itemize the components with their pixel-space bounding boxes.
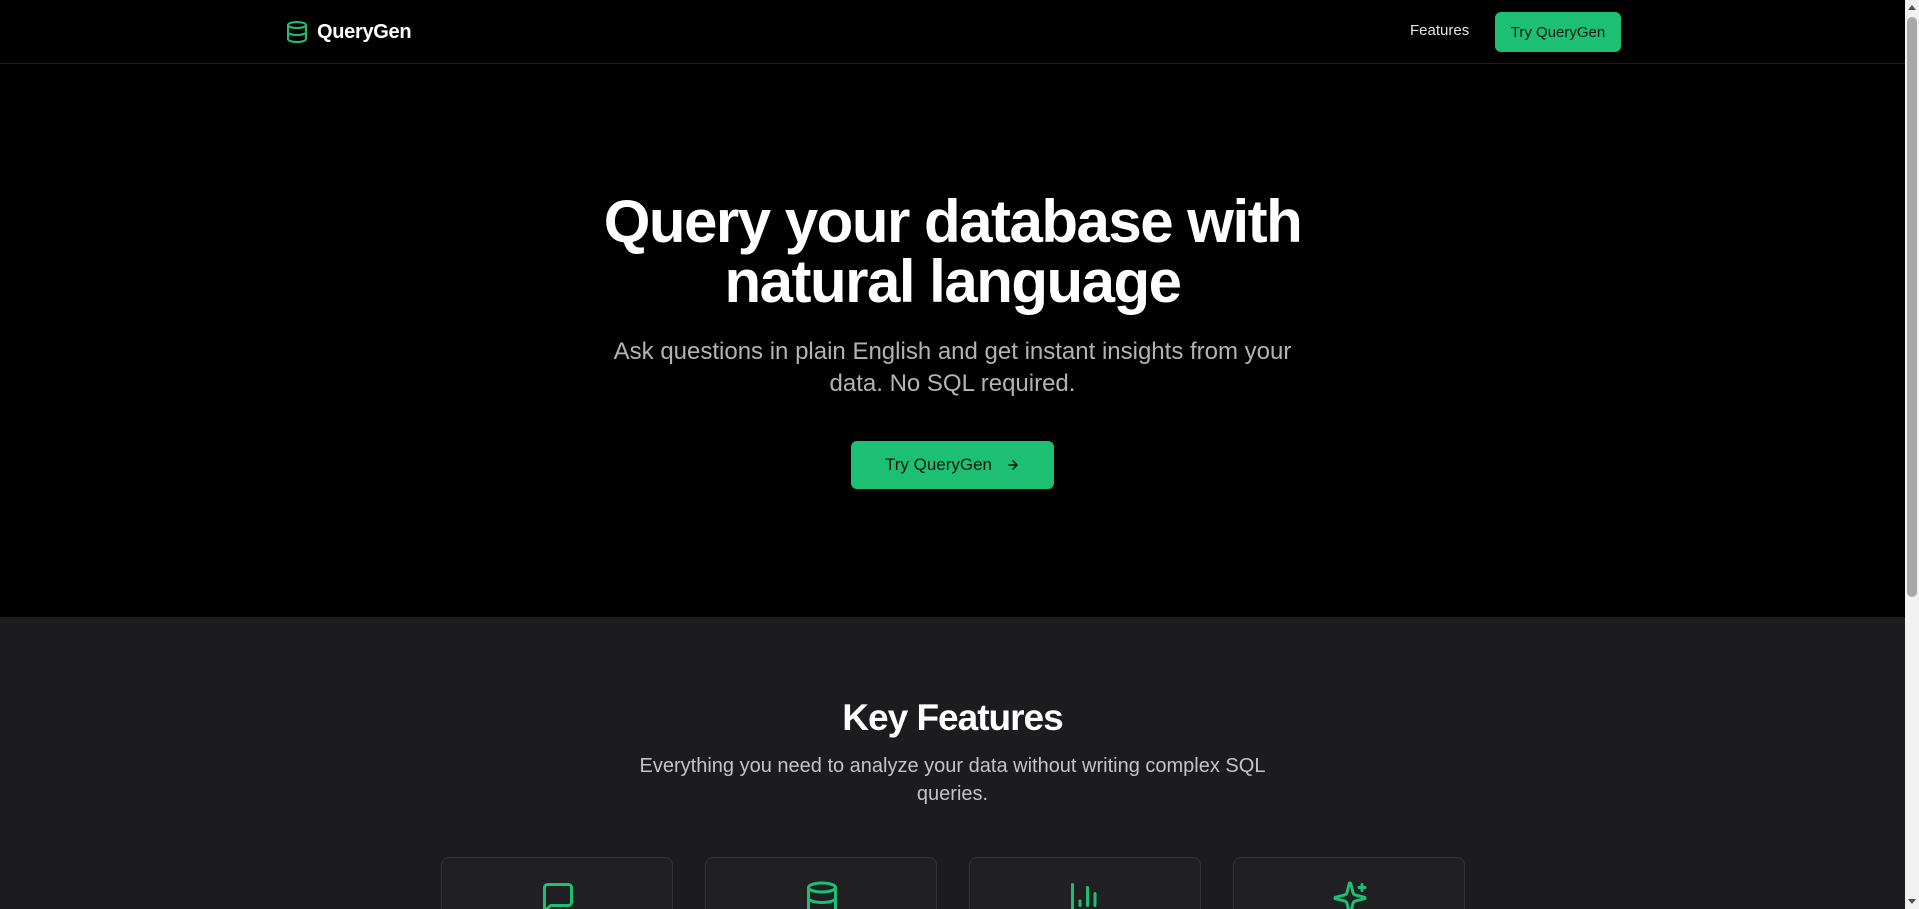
hero-try-querygen-button[interactable]: Try QueryGen xyxy=(851,441,1054,489)
scroll-down-arrow-icon[interactable] xyxy=(1908,899,1916,904)
page: QueryGen Features Try QueryGen Query you… xyxy=(0,0,1905,909)
feature-card-1 xyxy=(441,857,673,909)
database-icon xyxy=(287,21,307,43)
hero-section: Query your database with natural languag… xyxy=(0,64,1905,617)
feature-card-4 xyxy=(1233,857,1465,909)
hero-title-line-1: Query your database with xyxy=(603,188,1303,255)
features-subtitle-line-1: Everything you need to analyze your data… xyxy=(639,755,1266,777)
hero-subtitle-line-2: data. No SQL required. xyxy=(829,370,1076,397)
hero-subtitle: Ask questions in plain English and get i… xyxy=(0,336,1905,400)
message-square-icon xyxy=(543,883,573,909)
nav-link-features[interactable]: Features xyxy=(1410,22,1469,39)
features-title: Key Features xyxy=(842,697,1063,738)
feature-card-3 xyxy=(969,857,1201,909)
hero-cta-label: Try QueryGen xyxy=(884,455,993,474)
features-section: Key Features Everything you need to anal… xyxy=(0,617,1905,909)
nav-try-querygen-button[interactable]: Try QueryGen xyxy=(1495,12,1621,52)
hero-title: Query your database with natural languag… xyxy=(0,192,1905,312)
database-icon xyxy=(807,881,837,909)
bar-chart-icon xyxy=(1071,883,1097,909)
features-subtitle-line-2: queries. xyxy=(916,783,989,805)
brand-logo[interactable]: QueryGen xyxy=(285,17,412,47)
arrow-right-icon xyxy=(1008,460,1018,470)
scroll-up-arrow-icon[interactable] xyxy=(1908,5,1916,10)
hero-title-line-2: natural language xyxy=(724,248,1182,315)
hero-subtitle-line-1: Ask questions in plain English and get i… xyxy=(613,338,1292,365)
sparkles-icon xyxy=(1333,881,1367,909)
scrollbar-thumb[interactable] xyxy=(1907,17,1917,597)
top-navbar: QueryGen Features Try QueryGen xyxy=(0,0,1905,64)
feature-card-2 xyxy=(705,857,937,909)
brand-name: QueryGen xyxy=(317,20,412,43)
vertical-scrollbar[interactable] xyxy=(1905,0,1919,909)
features-subtitle: Everything you need to analyze your data… xyxy=(0,752,1905,808)
